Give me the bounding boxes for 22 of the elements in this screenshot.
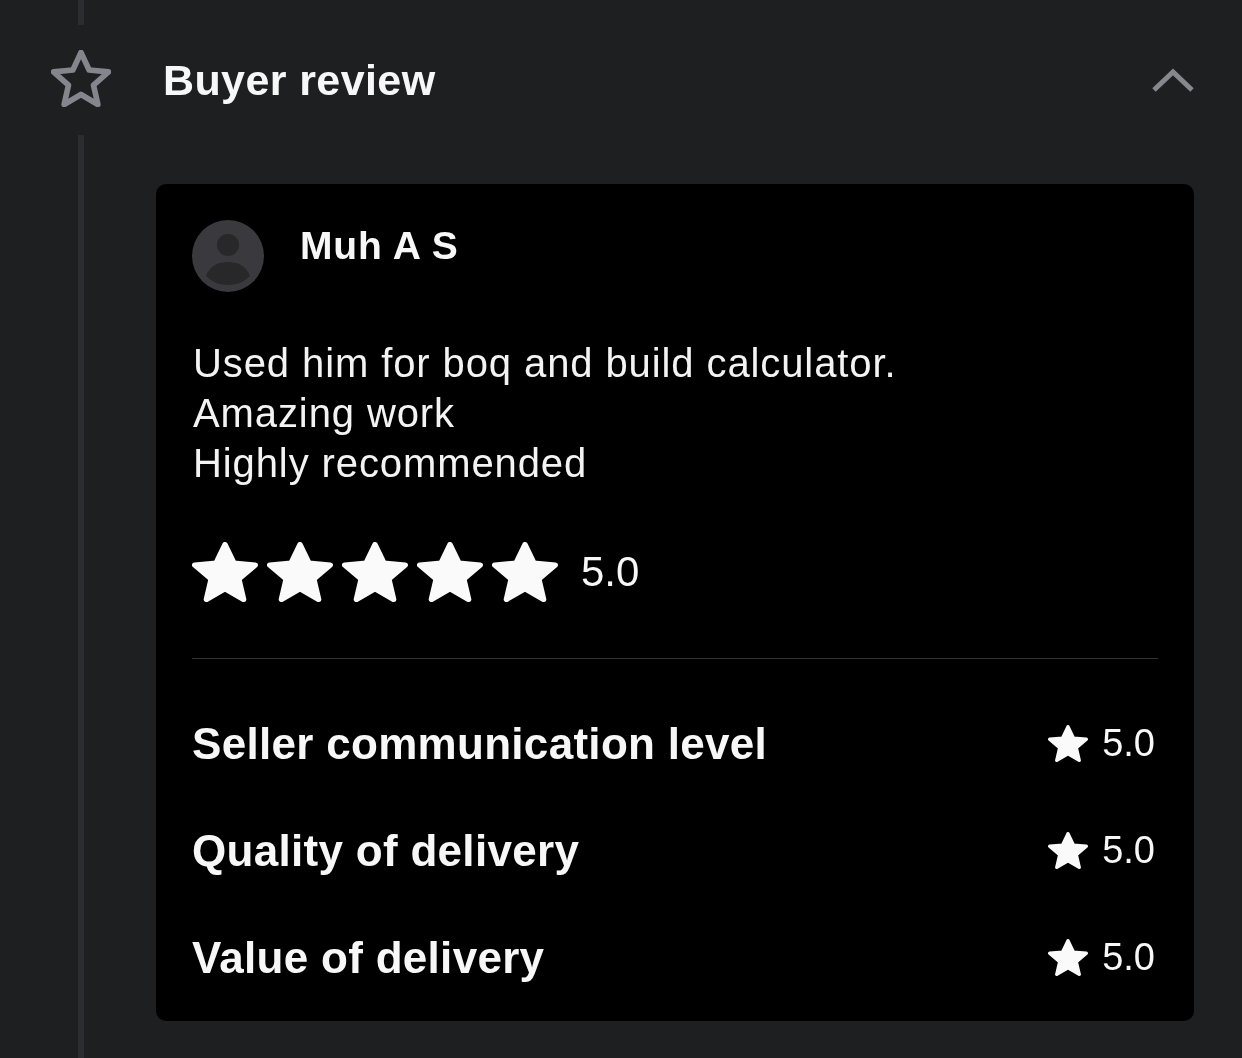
reviewer-name: Muh A S — [300, 224, 459, 268]
star-icon — [1048, 939, 1089, 976]
star-icon — [1048, 832, 1089, 869]
star-outline-icon — [51, 50, 111, 107]
criterion-label: Quality of delivery — [192, 825, 580, 876]
star-filled-icon — [492, 542, 558, 602]
chevron-up-icon — [1152, 67, 1194, 93]
star-filled-icon — [417, 542, 483, 602]
criterion-rating: 5.0 — [1102, 722, 1155, 765]
criterion-label: Seller communication level — [192, 718, 768, 769]
criterion-rating: 5.0 — [1102, 829, 1155, 872]
review-text: Used him for boq and build calculator. Amazing work Highly recommended — [193, 340, 898, 487]
star-filled-icon — [192, 542, 258, 602]
star-filled-icon — [342, 542, 408, 602]
rating-value: 5.0 — [581, 548, 640, 596]
criterion-rating: 5.0 — [1102, 936, 1155, 979]
star-filled-icon — [267, 542, 333, 602]
star-icon — [1048, 725, 1089, 762]
collapse-button[interactable] — [1152, 67, 1194, 93]
section-title: Buyer review — [163, 55, 436, 105]
criterion-label: Value of delivery — [192, 932, 545, 983]
avatar-silhouette-icon — [192, 220, 264, 292]
